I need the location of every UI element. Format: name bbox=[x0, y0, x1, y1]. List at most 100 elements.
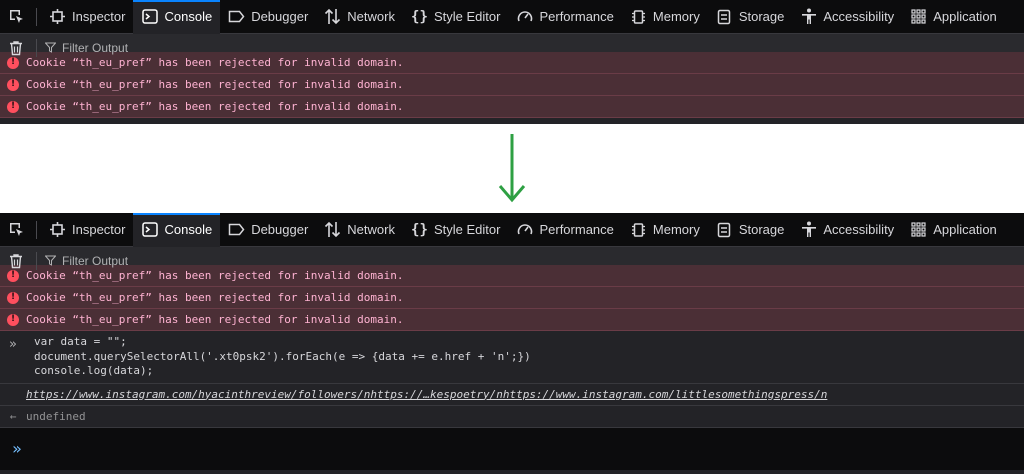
tab-inspector[interactable]: Inspector bbox=[41, 213, 133, 247]
tab-accessibility[interactable]: Accessibility bbox=[792, 0, 902, 34]
filter-icon bbox=[45, 255, 56, 266]
tab-storage[interactable]: Storage bbox=[708, 0, 793, 34]
storage-icon bbox=[716, 8, 733, 25]
tab-label: Network bbox=[347, 222, 395, 237]
error-message-text: Cookie “th_eu_pref” has been rejected fo… bbox=[26, 313, 404, 326]
log-output-row: https://www.instagram.com/hyacinthreview… bbox=[0, 384, 1024, 406]
performance-icon bbox=[516, 221, 533, 238]
devtools-panel-after: Inspector Console Debugger Network {} St… bbox=[0, 213, 1024, 474]
inspector-icon bbox=[49, 8, 66, 25]
network-icon bbox=[324, 8, 341, 25]
tab-label: Style Editor bbox=[433, 222, 501, 237]
error-icon: ! bbox=[7, 100, 19, 113]
return-value-row: ← undefined bbox=[0, 406, 1024, 428]
tab-memory[interactable]: Memory bbox=[622, 213, 708, 247]
filter-box bbox=[36, 251, 362, 270]
toolbar-separator bbox=[36, 220, 37, 239]
console-input-prompt[interactable]: » bbox=[0, 427, 1024, 470]
console-error-message: ! Cookie “th_eu_pref” has been rejected … bbox=[0, 52, 1024, 74]
tab-performance[interactable]: Performance bbox=[508, 213, 621, 247]
memory-icon bbox=[630, 8, 647, 25]
tab-network[interactable]: Network bbox=[316, 213, 403, 247]
error-icon: ! bbox=[7, 56, 19, 69]
log-output-link[interactable]: https://www.instagram.com/hyacinthreview… bbox=[26, 388, 827, 401]
tab-label: Application bbox=[933, 9, 997, 24]
application-icon bbox=[910, 8, 927, 25]
console-error-message: ! Cookie “th_eu_pref” has been rejected … bbox=[0, 309, 1024, 331]
console-error-message: ! Cookie “th_eu_pref” has been rejected … bbox=[0, 287, 1024, 309]
tab-label: Inspector bbox=[72, 222, 126, 237]
tab-inspector[interactable]: Inspector bbox=[41, 0, 133, 34]
tab-performance[interactable]: Performance bbox=[508, 0, 621, 34]
console-icon bbox=[141, 8, 158, 25]
tab-label: Accessibility bbox=[823, 222, 895, 237]
input-chevron-icon: » bbox=[9, 337, 17, 352]
tab-label: Debugger bbox=[251, 222, 309, 237]
code-line-2: document.querySelectorAll('.xt0psk2').fo… bbox=[34, 349, 531, 363]
tab-label: Application bbox=[933, 222, 997, 237]
tab-label: Memory bbox=[652, 9, 700, 24]
error-message-text: Cookie “th_eu_pref” has been rejected fo… bbox=[26, 100, 404, 113]
return-value-text: undefined bbox=[26, 409, 86, 423]
tab-label: Debugger bbox=[251, 9, 309, 24]
return-arrow-icon: ← bbox=[9, 409, 17, 423]
element-picker-button[interactable] bbox=[0, 0, 32, 34]
element-picker-icon bbox=[9, 223, 23, 236]
trash-icon bbox=[10, 253, 22, 268]
tab-accessibility[interactable]: Accessibility bbox=[792, 213, 902, 247]
element-picker-button[interactable] bbox=[0, 213, 32, 247]
tab-network[interactable]: Network bbox=[316, 0, 403, 34]
tab-memory[interactable]: Memory bbox=[622, 0, 708, 34]
error-icon: ! bbox=[7, 78, 19, 91]
filter-output-input[interactable] bbox=[62, 40, 362, 55]
toolbar-separator bbox=[36, 7, 37, 26]
memory-icon bbox=[630, 221, 647, 238]
tab-label: Console bbox=[164, 9, 213, 24]
filter-box bbox=[36, 38, 362, 57]
application-icon bbox=[910, 221, 927, 238]
error-icon: ! bbox=[7, 269, 19, 282]
storage-icon bbox=[716, 221, 733, 238]
accessibility-icon bbox=[800, 8, 817, 25]
filter-output-input[interactable] bbox=[62, 253, 362, 268]
tab-storage[interactable]: Storage bbox=[708, 213, 793, 247]
tab-application[interactable]: Application bbox=[902, 213, 1005, 247]
error-message-text: Cookie “th_eu_pref” has been rejected fo… bbox=[26, 78, 404, 91]
debugger-icon bbox=[228, 221, 245, 238]
tab-application[interactable]: Application bbox=[902, 0, 1005, 34]
tab-console[interactable]: Console bbox=[133, 0, 221, 34]
tab-console[interactable]: Console bbox=[133, 213, 221, 247]
tab-style-editor[interactable]: {} Style Editor bbox=[403, 0, 508, 34]
error-icon: ! bbox=[7, 291, 19, 304]
devtools-toolbar: Inspector Console Debugger Network {} St… bbox=[0, 213, 1024, 247]
tab-label: Memory bbox=[652, 222, 700, 237]
devtools-toolbar: Inspector Console Debugger Network {} St… bbox=[0, 0, 1024, 34]
tab-label: Inspector bbox=[72, 9, 126, 24]
tab-label: Performance bbox=[539, 9, 614, 24]
console-icon bbox=[141, 221, 158, 238]
performance-icon bbox=[516, 8, 533, 25]
inspector-icon bbox=[49, 221, 66, 238]
tab-style-editor[interactable]: {} Style Editor bbox=[403, 213, 508, 247]
tab-label: Style Editor bbox=[433, 9, 501, 24]
console-error-message: ! Cookie “th_eu_pref” has been rejected … bbox=[0, 265, 1024, 287]
tab-debugger[interactable]: Debugger bbox=[220, 213, 316, 247]
input-code: var data = ""; document.querySelectorAll… bbox=[34, 335, 531, 379]
error-message-text: Cookie “th_eu_pref” has been rejected fo… bbox=[26, 56, 404, 69]
style-editor-icon: {} bbox=[411, 8, 428, 25]
evaluated-input: » var data = ""; document.querySelectorA… bbox=[0, 331, 1024, 384]
error-message-text: Cookie “th_eu_pref” has been rejected fo… bbox=[26, 269, 404, 282]
trash-icon bbox=[10, 40, 22, 55]
devtools-panel-before: Inspector Console Debugger Network {} St… bbox=[0, 0, 1024, 124]
tab-label: Network bbox=[347, 9, 395, 24]
console-error-message: ! Cookie “th_eu_pref” has been rejected … bbox=[0, 96, 1024, 118]
accessibility-icon bbox=[800, 221, 817, 238]
error-icon: ! bbox=[7, 313, 19, 326]
tab-label: Performance bbox=[539, 222, 614, 237]
tab-debugger[interactable]: Debugger bbox=[220, 0, 316, 34]
error-message-text: Cookie “th_eu_pref” has been rejected fo… bbox=[26, 291, 404, 304]
tab-label: Accessibility bbox=[823, 9, 895, 24]
tab-label: Console bbox=[164, 222, 213, 237]
filter-icon bbox=[45, 42, 56, 53]
code-line-3: console.log(data); bbox=[34, 364, 154, 377]
